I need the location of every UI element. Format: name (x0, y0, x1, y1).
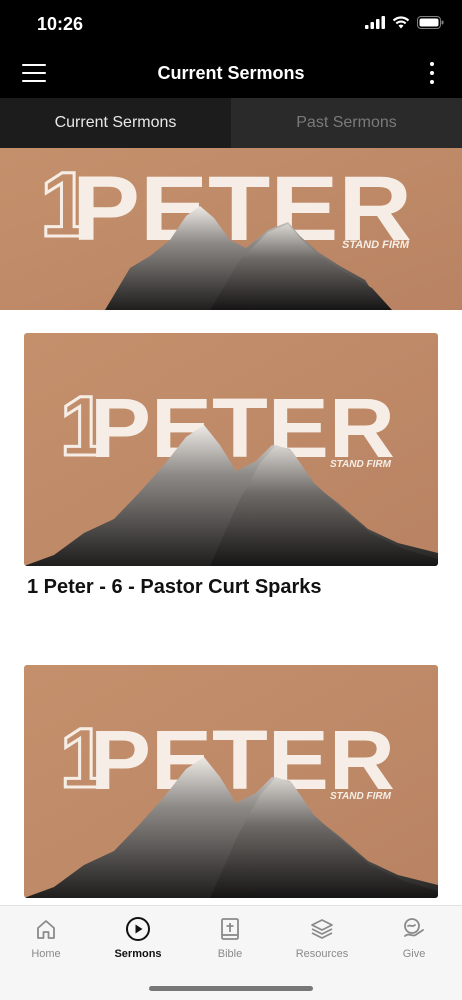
nav-bible[interactable]: Bible (184, 914, 276, 960)
page-title: Current Sermons (157, 63, 305, 83)
home-indicator[interactable] (149, 986, 313, 991)
home-icon (37, 920, 55, 939)
nav-label: Bible (217, 948, 243, 960)
nav-label: Resources (295, 948, 349, 960)
wifi-icon (392, 16, 410, 29)
nav-sermons[interactable]: Sermons (92, 914, 184, 960)
series-tagline: STAND FIRM (342, 239, 410, 251)
sermon-title[interactable]: 1 Peter - 6 - Pastor Curt Sparks (27, 576, 322, 599)
status-time: 10:26 (37, 14, 84, 34)
series-banner[interactable]: 1 PETER STAND FIRM (0, 148, 462, 310)
nav-label: Home (31, 948, 61, 960)
nav-give[interactable]: Give (368, 914, 460, 960)
battery-icon (417, 16, 444, 29)
give-icon (404, 918, 424, 937)
status-icons (365, 16, 444, 29)
series-artwork: 1 PETER STAND FIRM (24, 333, 438, 566)
tab-current-sermons[interactable]: Current Sermons (0, 98, 231, 148)
play-circle-icon (126, 917, 150, 941)
series-tagline: STAND FIRM (330, 459, 392, 470)
sermon-card-image[interactable]: 1 PETER STAND FIRM (24, 333, 438, 566)
nav-home[interactable]: Home (0, 914, 92, 960)
app-bar: Current Sermons (0, 50, 462, 98)
layers-icon (311, 919, 333, 939)
nav-label: Give (402, 948, 426, 960)
nav-label: Sermons (114, 948, 162, 960)
tab-bar: Current Sermons Past Sermons (0, 98, 462, 148)
series-artwork: 1 PETER STAND FIRM (0, 148, 462, 310)
cellular-signal-icon (365, 16, 385, 29)
series-artwork: 1 PETER STAND FIRM (24, 665, 438, 898)
bible-icon (221, 918, 239, 940)
tab-past-sermons[interactable]: Past Sermons (231, 98, 462, 148)
sermon-card-image[interactable]: 1 PETER STAND FIRM (24, 665, 438, 898)
more-options-icon[interactable] (428, 62, 436, 88)
series-tagline: STAND FIRM (330, 791, 392, 802)
nav-resources[interactable]: Resources (276, 914, 368, 960)
status-bar: 10:26 (0, 0, 462, 50)
